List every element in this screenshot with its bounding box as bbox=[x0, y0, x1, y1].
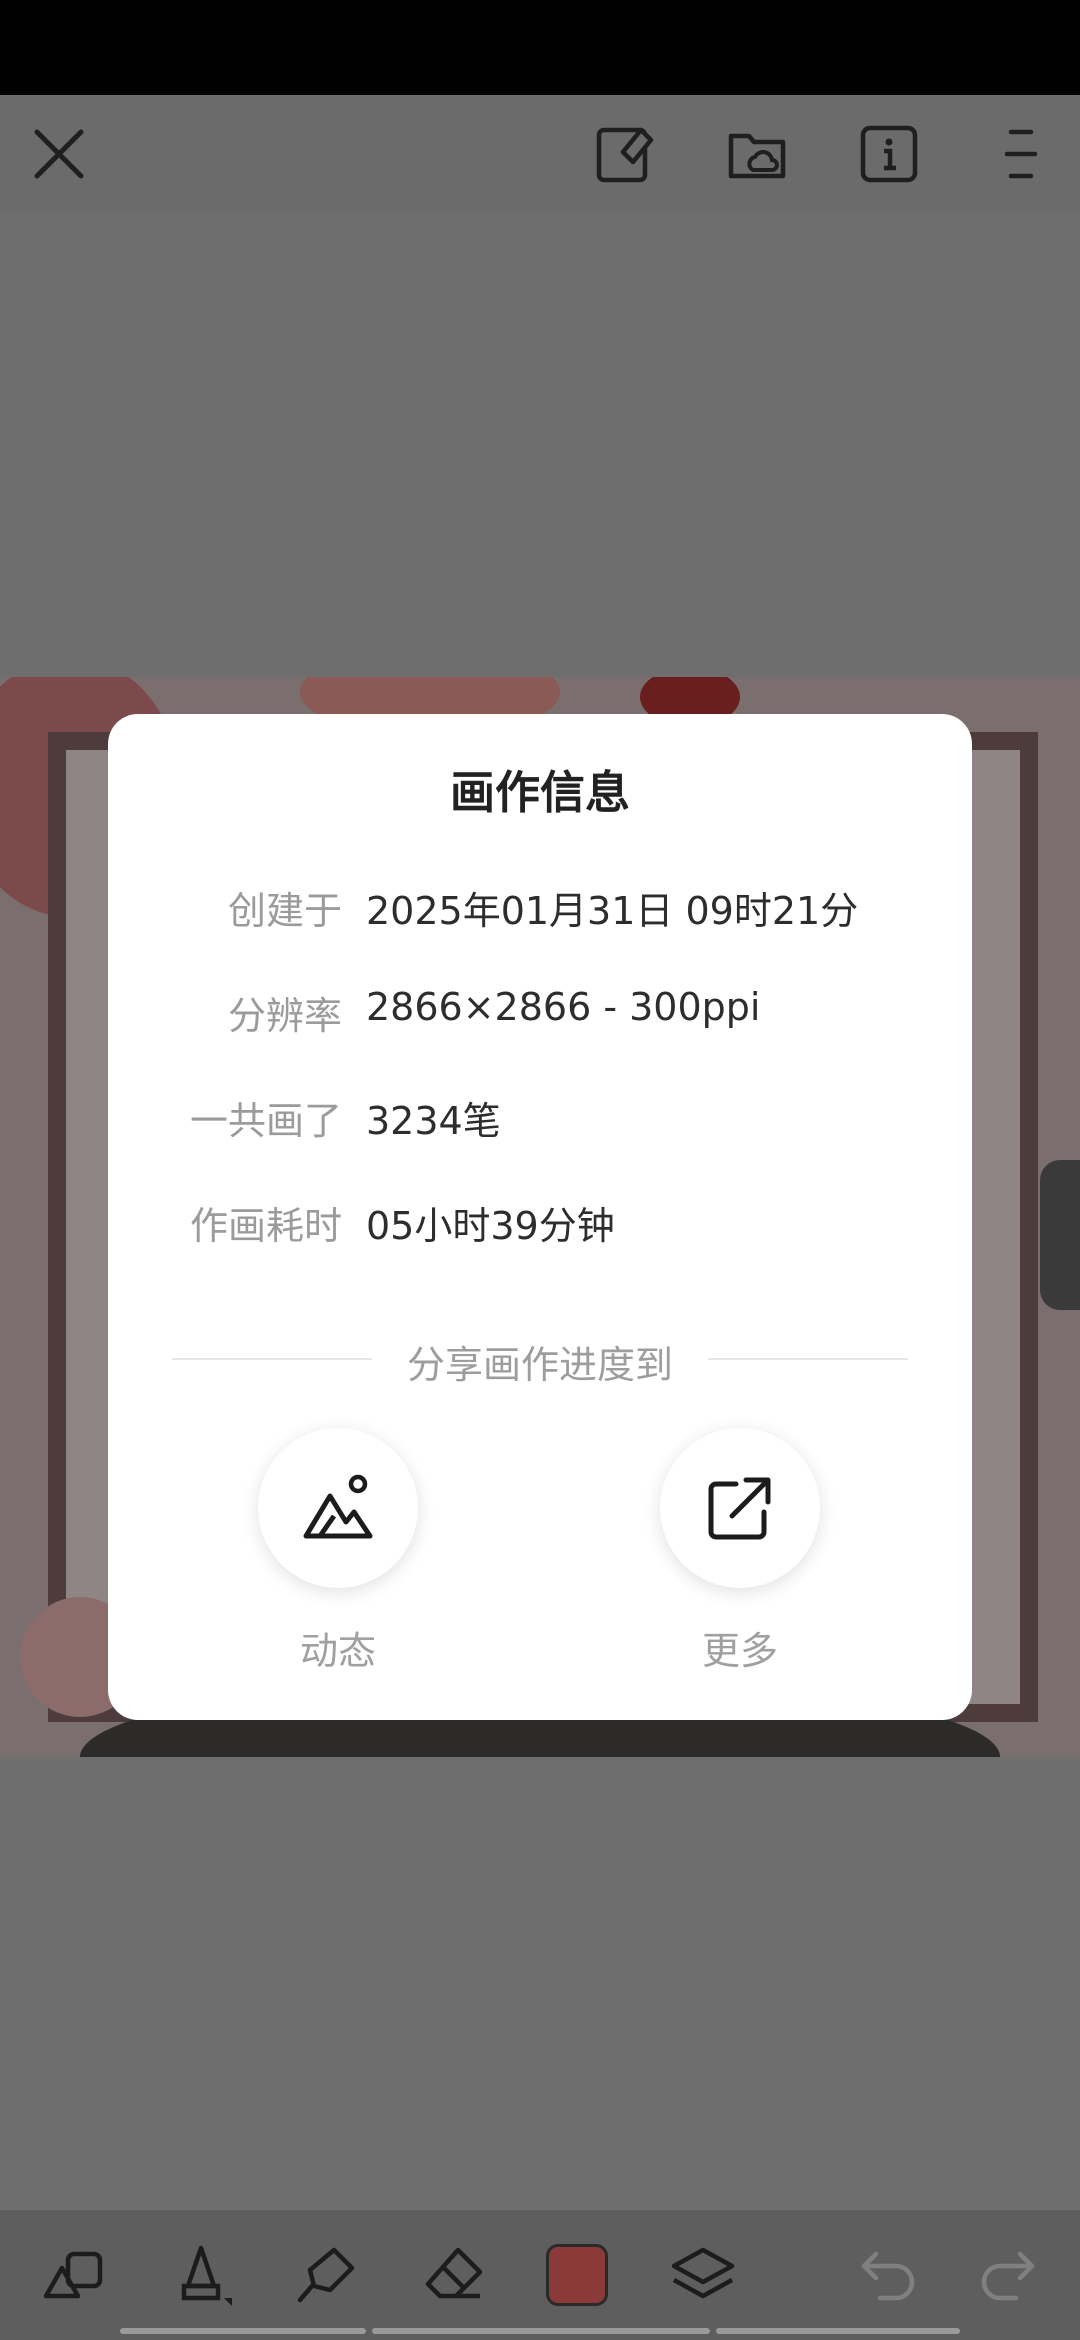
share-feed-label: 动态 bbox=[299, 1629, 376, 1673]
info-label: 作画耗时 bbox=[189, 1204, 342, 1248]
info-label: 分辨率 bbox=[227, 994, 342, 1038]
eraser-icon bbox=[425, 2247, 483, 2299]
share-more-label: 更多 bbox=[701, 1629, 778, 1673]
info-row-created: 创建于 2025年01月31日 09时21分 bbox=[108, 880, 972, 940]
cloud-folder-icon bbox=[728, 133, 786, 179]
info-value: 05小时39分钟 bbox=[366, 1204, 615, 1248]
gesture-bar bbox=[716, 2328, 960, 2334]
external-share-icon bbox=[708, 1477, 771, 1540]
mountain-image-icon bbox=[303, 1474, 373, 1539]
layers-icon bbox=[671, 2247, 735, 2299]
smudge-icon bbox=[297, 2247, 355, 2303]
cloud-folder-button[interactable] bbox=[702, 95, 812, 213]
shapes-tool-button[interactable] bbox=[18, 2210, 128, 2340]
info-value: 2866×2866 - 300ppi bbox=[366, 985, 761, 1029]
info-row-strokes: 一共画了 3234笔 bbox=[108, 1090, 972, 1150]
current-color-swatch bbox=[546, 2244, 608, 2306]
info-button[interactable] bbox=[834, 95, 944, 213]
info-value: 2025年01月31日 09时21分 bbox=[366, 889, 859, 933]
info-value: 3234笔 bbox=[366, 1099, 501, 1143]
info-row-duration: 作画耗时 05小时39分钟 bbox=[108, 1195, 972, 1255]
menu-button[interactable] bbox=[966, 95, 1076, 213]
share-section-title: 分享画作进度到 bbox=[406, 1343, 673, 1387]
menu-icon bbox=[1004, 129, 1038, 179]
shapes-icon bbox=[43, 2251, 103, 2299]
dialog-title: 画作信息 bbox=[449, 766, 630, 819]
smudge-tool-button[interactable] bbox=[272, 2210, 382, 2340]
divider bbox=[708, 1358, 908, 1360]
bottom-toolbar bbox=[0, 2210, 1080, 2340]
redo-icon bbox=[981, 2251, 1035, 2301]
undo-icon bbox=[861, 2251, 915, 2301]
canvas-edit-icon bbox=[596, 127, 654, 183]
top-toolbar bbox=[0, 95, 1080, 213]
status-bar bbox=[0, 0, 1080, 95]
canvas-edit-button[interactable] bbox=[570, 95, 680, 213]
redo-button[interactable] bbox=[952, 2210, 1062, 2340]
info-icon bbox=[860, 125, 918, 183]
color-picker-button[interactable] bbox=[522, 2210, 632, 2340]
eraser-tool-button[interactable] bbox=[398, 2210, 508, 2340]
close-icon bbox=[34, 129, 84, 179]
layers-button[interactable] bbox=[648, 2210, 758, 2340]
brush-icon bbox=[181, 2245, 232, 2306]
gesture-bar bbox=[372, 2328, 710, 2334]
share-feed-button[interactable] bbox=[258, 1428, 418, 1588]
info-row-resolution: 分辨率 2866×2866 - 300ppi bbox=[108, 985, 972, 1045]
info-label: 一共画了 bbox=[189, 1099, 342, 1143]
undo-button[interactable] bbox=[834, 2210, 944, 2340]
close-button[interactable] bbox=[4, 95, 114, 213]
artwork-info-dialog: 画作信息 创建于 2025年01月31日 09时21分 分辨率 2866×286… bbox=[108, 714, 972, 1720]
share-more-button[interactable] bbox=[660, 1428, 820, 1588]
brush-tool-button[interactable] bbox=[146, 2210, 256, 2340]
info-label: 创建于 bbox=[227, 889, 342, 933]
canvas-scroll-handle[interactable] bbox=[1040, 1160, 1080, 1310]
gesture-bar bbox=[120, 2328, 366, 2334]
